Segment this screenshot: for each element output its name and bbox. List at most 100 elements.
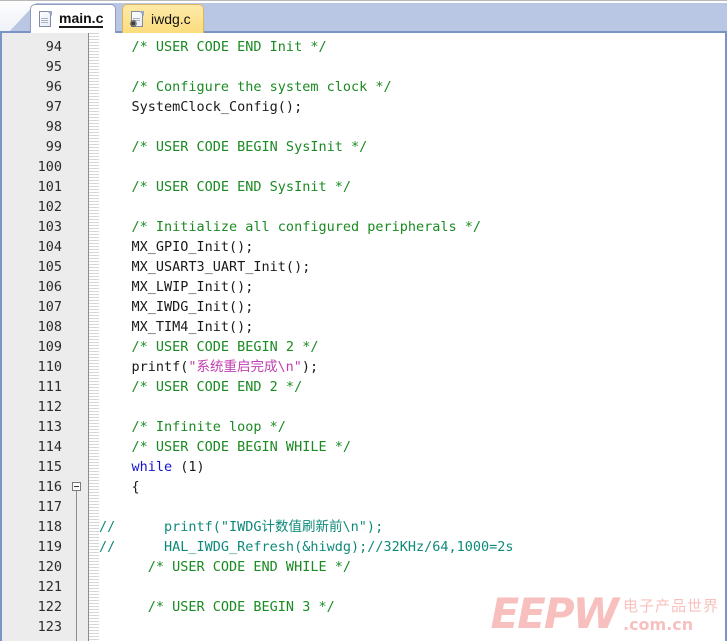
line-number: 107 [37,299,62,315]
line-number: 109 [37,339,62,355]
code-token: /* Initialize all configured peripherals… [99,219,482,235]
code-line[interactable]: MX_GPIO_Init(); [99,237,254,257]
document-page-icon [39,10,53,28]
line-number: 103 [37,219,62,235]
code-token: MX_IWDG_Init(); [99,299,254,315]
code-line[interactable] [99,197,107,217]
code-line[interactable]: /* USER CODE END WHILE */ [99,637,351,641]
code-line[interactable] [99,117,107,137]
code-line[interactable]: /* USER CODE BEGIN SysInit */ [99,137,368,157]
tab-main-c[interactable]: main.c [30,4,117,33]
line-number: 97 [45,99,62,115]
line-number: 108 [37,319,62,335]
code-line[interactable]: /* USER CODE END WHILE */ [99,557,351,577]
code-token: /* Configure the system clock */ [99,79,392,95]
code-line[interactable]: /* USER CODE END Init */ [99,37,327,57]
code-token: /* Infinite loop */ [99,419,286,435]
code-token: (1) [172,459,205,475]
line-number: 111 [37,379,62,395]
line-number: 104 [37,239,62,255]
code-line[interactable]: printf("系统重启完成\n"); [99,357,319,377]
code-fold-collapse-icon[interactable] [72,482,81,491]
code-token: MX_USART3_UART_Init(); [99,259,311,275]
code-fold-guide-line [76,491,77,641]
line-number: 120 [37,559,62,575]
code-line[interactable]: /* USER CODE END SysInit */ [99,177,351,197]
code-token: // printf("IWDG计数值刷新前\n"); [99,519,384,535]
code-line[interactable] [99,497,107,517]
code-token: /* USER CODE END Init */ [99,39,327,55]
code-line[interactable]: { [99,477,140,497]
code-token: /* USER CODE BEGIN SysInit */ [99,139,368,155]
code-line[interactable]: /* USER CODE BEGIN WHILE */ [99,437,351,457]
code-editor-surface[interactable]: 94 95 96 97 98 99 100 101 102 103 104 105 106 107 108 1… [2,33,725,641]
line-number: 98 [45,119,62,135]
code-token: /* USER CODE END WHILE */ [99,559,351,575]
code-line[interactable]: // printf("IWDG计数值刷新前\n"); [99,517,383,537]
line-number: 116 [37,479,62,495]
line-number: 124 [2,637,62,641]
code-line[interactable]: MX_LWIP_Init(); [99,277,254,297]
code-token: /* USER CODE END 2 */ [99,379,303,395]
code-token: SystemClock_Config(); [99,99,303,115]
code-line[interactable] [99,397,107,417]
code-line[interactable]: /* USER CODE END 2 */ [99,377,303,397]
line-number: 113 [37,419,62,435]
line-number: 95 [45,59,62,75]
line-number: 117 [37,499,62,515]
code-line[interactable]: /* Configure the system clock */ [99,77,392,97]
code-token: MX_TIM4_Init(); [99,319,254,335]
line-number: 114 [37,439,62,455]
code-line[interactable] [99,577,107,597]
tab-main-c-label: main.c [59,10,104,28]
code-line[interactable]: MX_IWDG_Init(); [99,297,254,317]
line-number: 96 [45,79,62,95]
code-token: printf( [99,359,189,375]
line-number: 119 [37,539,62,555]
code-line[interactable]: /* USER CODE BEGIN 2 */ [99,337,319,357]
code-line[interactable]: // HAL_IWDG_Refresh(&hiwdg);//32KHz/64,1… [99,537,514,557]
code-token: /* USER CODE BEGIN 2 */ [99,339,319,355]
tab-iwdg-c-label: iwdg.c [151,11,191,27]
code-folding-column[interactable] [66,33,88,641]
code-line[interactable]: while (1) [99,457,205,477]
code-token: ); [301,359,319,375]
line-number: 121 [37,579,62,595]
line-number: 105 [37,259,62,275]
line-number: 102 [37,199,62,215]
change-bar-column [89,33,99,641]
code-token: { [99,479,140,495]
code-line[interactable]: /* USER CODE BEGIN 3 */ [99,597,335,617]
line-number: 123 [37,619,62,635]
code-editor-frame: 94 95 96 97 98 99 100 101 102 103 104 105 106 107 108 1… [0,31,727,641]
code-token: MX_LWIP_Init(); [99,279,254,295]
code-line[interactable]: /* Infinite loop */ [99,417,286,437]
line-number: 122 [37,599,62,615]
editor-tab-bar: main.c ✺ iwdg.c [0,0,727,33]
code-token: while [131,459,173,475]
line-number: 99 [45,139,62,155]
document-page-gear-icon: ✺ [129,10,145,29]
code-line[interactable]: MX_USART3_UART_Init(); [99,257,311,277]
code-line[interactable] [99,617,107,637]
line-number: 100 [37,159,62,175]
code-line[interactable]: /* Initialize all configured peripherals… [99,217,482,237]
line-number: 94 [45,39,62,55]
code-token: /* USER CODE BEGIN 3 */ [99,599,335,615]
code-token: // HAL_IWDG_Refresh(&hiwdg);//32KHz/64,1… [99,539,514,555]
line-number: 115 [37,459,62,475]
code-line[interactable] [99,57,107,77]
code-token: /* USER CODE END SysInit */ [99,179,351,195]
line-number: 112 [37,399,62,415]
tab-iwdg-c[interactable]: ✺ iwdg.c [122,4,204,33]
line-number: 106 [37,279,62,295]
code-line[interactable]: MX_TIM4_Init(); [99,317,254,337]
line-number: 101 [37,179,62,195]
code-line[interactable]: SystemClock_Config(); [99,97,303,117]
line-number: 118 [37,519,62,535]
code-token: /* USER CODE BEGIN WHILE */ [99,439,351,455]
code-line[interactable] [99,157,107,177]
line-number: 110 [37,359,62,375]
source-code-text[interactable]: /* USER CODE END Init */ /* Configure th… [99,33,725,641]
